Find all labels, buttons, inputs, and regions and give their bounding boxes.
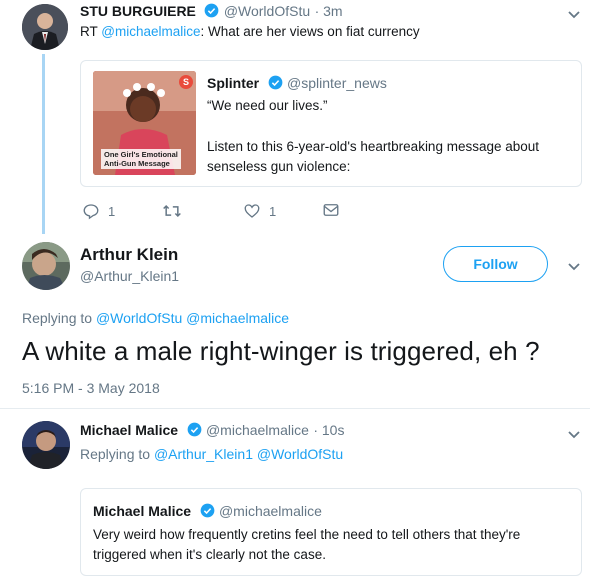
card-header: Splinter @splinter_news bbox=[207, 75, 387, 93]
avatar[interactable] bbox=[22, 4, 68, 50]
user-handle[interactable]: @Arthur_Klein1 bbox=[80, 268, 179, 284]
tweet-time[interactable]: · 10s bbox=[313, 422, 344, 438]
tweet-header: Michael Malice @michaelmalice · 10s bbox=[80, 422, 344, 440]
tweet-time[interactable]: · 3m bbox=[315, 3, 343, 19]
user-handle[interactable]: @WorldOfStu bbox=[224, 3, 310, 19]
envelope-icon bbox=[323, 204, 339, 216]
card-quote-line: “We need our lives.” bbox=[207, 98, 328, 113]
tweet-text: RT @michaelmalice: What are her views on… bbox=[80, 24, 420, 39]
avatar[interactable] bbox=[22, 242, 70, 290]
reply-icon bbox=[83, 204, 99, 220]
quote-display-name[interactable]: Michael Malice bbox=[93, 503, 191, 519]
profile-photo bbox=[22, 4, 68, 50]
chevron-down-icon[interactable] bbox=[566, 426, 582, 442]
card-handle[interactable]: @splinter_news bbox=[287, 75, 387, 91]
display-name[interactable]: Michael Malice bbox=[80, 422, 178, 438]
divider bbox=[0, 408, 590, 409]
display-name[interactable]: Arthur Klein bbox=[80, 245, 178, 265]
rt-text: : What are her views on fiat currency bbox=[200, 24, 420, 39]
thread-line bbox=[42, 54, 45, 234]
card-description: Listen to this 6-year-old's heartbreakin… bbox=[207, 139, 540, 174]
profile-photo bbox=[22, 242, 70, 290]
thumbnail-caption: One Girl's Emotional Anti-Gun Message bbox=[101, 149, 181, 169]
like-count: 1 bbox=[269, 203, 277, 219]
retweet-button[interactable] bbox=[162, 202, 182, 220]
display-name[interactable]: STU BURGUIERE bbox=[80, 3, 196, 19]
mention-link[interactable]: @WorldOfStu bbox=[96, 310, 182, 326]
like-button[interactable]: 1 bbox=[243, 202, 276, 220]
replying-prefix: Replying to bbox=[80, 446, 151, 462]
card-display-name[interactable]: Splinter bbox=[207, 75, 259, 91]
quote-handle[interactable]: @michaelmalice bbox=[219, 503, 322, 519]
card-thumbnail: S One Girl's Emotional Anti-Gun Message bbox=[93, 71, 196, 175]
direct-message-button[interactable] bbox=[322, 202, 340, 218]
tweet-header: STU BURGUIERE @WorldOfStu · 3m bbox=[80, 3, 343, 21]
verified-badge-icon bbox=[187, 422, 201, 437]
reply-button[interactable]: 1 bbox=[82, 202, 115, 220]
source-badge-icon: S bbox=[179, 75, 193, 89]
reply-count: 1 bbox=[108, 203, 116, 219]
user-handle[interactable]: @michaelmalice bbox=[206, 422, 309, 438]
replying-prefix: Replying to bbox=[22, 310, 93, 326]
verified-badge-icon bbox=[204, 3, 219, 18]
quote-text: Very weird how frequently cretins feel t… bbox=[93, 527, 521, 562]
tweet-text: A white a male right-winger is triggered… bbox=[22, 336, 540, 366]
thumb-caption-line1: One Girl's Emotional bbox=[104, 150, 178, 159]
thumb-caption-line2: Anti-Gun Message bbox=[104, 159, 170, 168]
link-card[interactable]: S One Girl's Emotional Anti-Gun Message … bbox=[80, 60, 582, 187]
chevron-down-icon[interactable] bbox=[566, 6, 582, 22]
tweet-timestamp[interactable]: 5:16 PM - 3 May 2018 bbox=[22, 380, 160, 396]
quote-header: Michael Malice @michaelmalice bbox=[93, 503, 322, 521]
heart-icon bbox=[244, 204, 260, 218]
rt-prefix: RT bbox=[80, 24, 98, 39]
follow-button[interactable]: Follow bbox=[443, 246, 548, 282]
verified-badge-icon bbox=[200, 503, 214, 518]
quoted-tweet[interactable]: Michael Malice @michaelmalice Very weird… bbox=[80, 488, 582, 576]
mention-link[interactable]: @Arthur_Klein1 bbox=[154, 446, 253, 462]
retweet-icon bbox=[163, 204, 181, 218]
profile-photo bbox=[22, 421, 70, 469]
avatar[interactable] bbox=[22, 421, 70, 469]
replying-to: Replying to @Arthur_Klein1 @WorldOfStu bbox=[80, 446, 343, 462]
replying-to: Replying to @WorldOfStu @michaelmalice bbox=[22, 310, 289, 326]
mention-link[interactable]: @michaelmalice bbox=[186, 310, 289, 326]
verified-badge-icon bbox=[268, 75, 282, 90]
mention-link[interactable]: @michaelmalice bbox=[101, 24, 200, 39]
chevron-down-icon[interactable] bbox=[566, 258, 582, 274]
mention-link[interactable]: @WorldOfStu bbox=[257, 446, 343, 462]
